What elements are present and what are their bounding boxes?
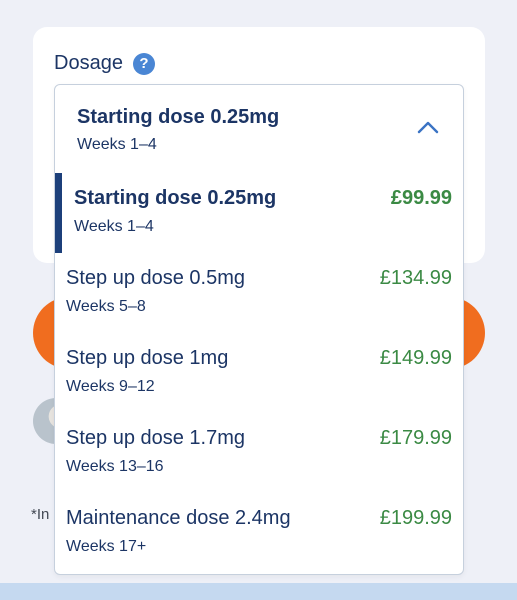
- dose-option-4[interactable]: Maintenance dose 2.4mg Weeks 17+ £199.99: [55, 493, 463, 573]
- dosage-select[interactable]: Starting dose 0.25mg Weeks 1–4: [55, 85, 463, 173]
- question-icon[interactable]: ?: [132, 52, 155, 75]
- dose-option-weeks: Weeks 13–16: [66, 458, 164, 475]
- dose-option-0[interactable]: Starting dose 0.25mg Weeks 1–4 £99.99: [55, 173, 463, 253]
- selection-indicator: [55, 173, 62, 253]
- dose-option-1[interactable]: Step up dose 0.5mg Weeks 5–8 £134.99: [55, 253, 463, 333]
- bottom-bar: [0, 583, 517, 600]
- dose-option-3[interactable]: Step up dose 1.7mg Weeks 13–16 £179.99: [55, 413, 463, 493]
- footnote-text: *In: [31, 506, 50, 523]
- dose-option-label: Step up dose 0.5mg: [66, 267, 246, 289]
- dose-option-weeks: Weeks 1–4: [74, 218, 154, 235]
- dose-option-label: Maintenance dose 2.4mg: [66, 507, 291, 529]
- dose-option-price: £149.99: [379, 347, 452, 369]
- screen: Dosage ? *In Starting dose 0.25mg Weeks …: [0, 0, 517, 600]
- dose-option-label: Step up dose 1mg: [66, 347, 229, 369]
- dosage-heading: Dosage ?: [54, 52, 155, 75]
- selected-dose-title: Starting dose 0.25mg: [77, 106, 280, 128]
- dose-option-price: £134.99: [379, 267, 452, 289]
- dosage-label: Dosage: [54, 52, 123, 74]
- dosage-dropdown[interactable]: Starting dose 0.25mg Weeks 1–4 Starting …: [54, 84, 464, 575]
- dose-option-label: Starting dose 0.25mg: [74, 187, 277, 209]
- dose-option-price: £179.99: [379, 427, 452, 449]
- selected-dose-weeks: Weeks 1–4: [77, 136, 157, 153]
- dose-option-price: £199.99: [379, 507, 452, 529]
- dose-option-label: Step up dose 1.7mg: [66, 427, 246, 449]
- dose-option-weeks: Weeks 17+: [66, 538, 147, 555]
- chevron-up-icon[interactable]: [417, 119, 439, 135]
- dose-option-weeks: Weeks 9–12: [66, 378, 155, 395]
- dose-option-price: £99.99: [390, 187, 452, 209]
- dose-option-weeks: Weeks 5–8: [66, 298, 146, 315]
- dose-option-2[interactable]: Step up dose 1mg Weeks 9–12 £149.99: [55, 333, 463, 413]
